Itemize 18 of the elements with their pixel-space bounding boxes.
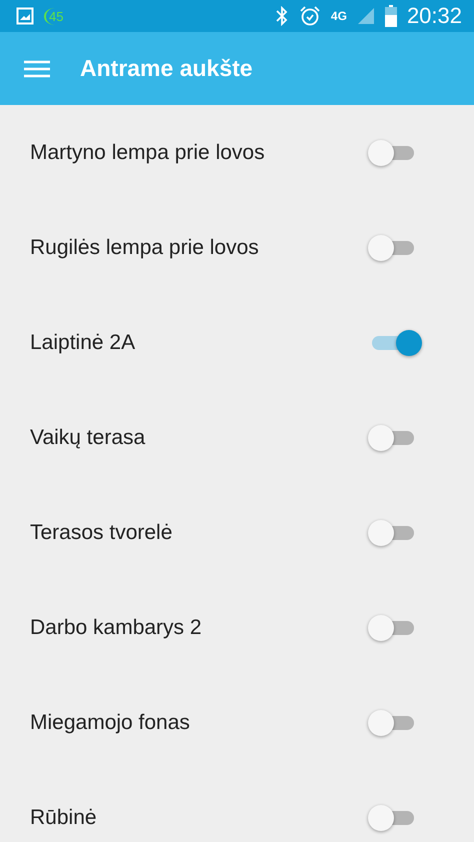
switch-label: Laiptinė 2A	[30, 330, 136, 354]
gallery-icon	[16, 7, 34, 25]
menu-icon[interactable]	[24, 58, 50, 78]
switch-label: Martyno lempa prie lovos	[30, 140, 265, 164]
signal-icon	[356, 7, 375, 25]
switch-label: Rugilės lempa prie lovos	[30, 236, 259, 260]
battery-saver-badge: 45	[44, 8, 66, 24]
alarm-icon	[298, 5, 321, 27]
network-type-label: 4G	[330, 9, 347, 23]
switch-label: Miegamojo fonas	[30, 710, 190, 734]
switch-label: Rūbinė	[30, 806, 97, 830]
switch-label: Vaikų terasa	[30, 426, 146, 450]
switch-label: Terasos tvorelė	[30, 520, 172, 544]
screen-title: Antrame aukšte	[80, 55, 253, 82]
bluetooth-icon	[274, 6, 289, 26]
switch-label: Darbo kambarys 2	[30, 616, 202, 640]
clock: 20:32	[406, 3, 462, 29]
battery-icon	[384, 5, 397, 27]
